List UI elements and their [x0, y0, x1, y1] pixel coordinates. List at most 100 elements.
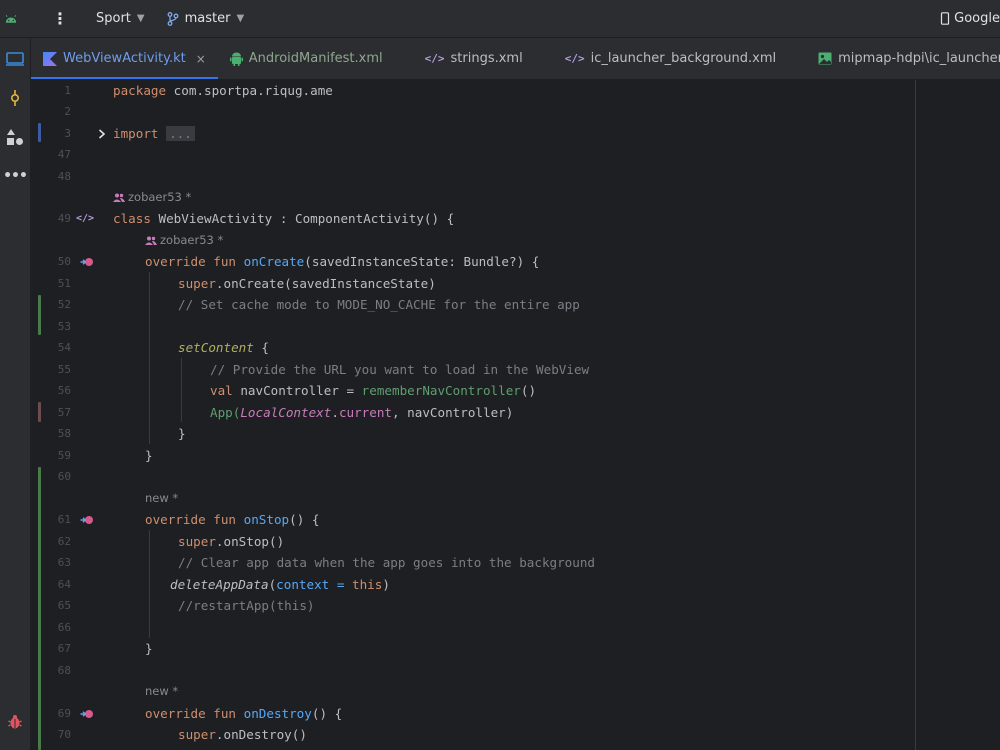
line-number: 63 — [57, 556, 71, 569]
project-name: Sport — [96, 11, 131, 26]
running-devices-tool[interactable] — [0, 48, 30, 70]
line-number: 70 — [57, 728, 71, 741]
override-marker[interactable] — [79, 509, 95, 531]
function-call: rememberNavController — [361, 383, 521, 398]
code-line: App(LocalContext.current, navController) — [210, 402, 513, 424]
code-text: (savedInstanceState: Bundle?) { — [304, 254, 540, 269]
tab-webviewactivity[interactable]: WebViewActivity.kt × — [31, 38, 218, 79]
inlay-text: zobaer53 * — [160, 233, 224, 247]
keyword: override — [145, 512, 206, 527]
keyword: fun — [213, 254, 237, 269]
tab-strings[interactable]: </> strings.xml — [413, 38, 535, 79]
code-editor[interactable]: package com.sportpa.riqug.ame import ...… — [113, 80, 1000, 750]
line-number: 56 — [57, 384, 71, 397]
code-text: , navController) — [392, 405, 514, 420]
close-icon[interactable]: × — [196, 52, 206, 66]
branch-selector[interactable]: master ▼ — [167, 11, 245, 26]
new-inlay-hint[interactable]: new * — [145, 681, 178, 703]
named-argument: context — [276, 577, 330, 592]
code-text: () { — [289, 512, 320, 527]
fold-expand-icon[interactable] — [94, 123, 110, 145]
main-menu-icon[interactable]: ⋮ — [52, 9, 68, 28]
code-line: override fun onStop() { — [145, 509, 319, 531]
code-line: override fun onCreate(savedInstanceState… — [145, 251, 539, 273]
line-number: 69 — [57, 707, 71, 720]
keyword: class — [113, 211, 151, 226]
branch-name: master — [184, 11, 231, 26]
keyword: fun — [213, 512, 237, 527]
code-icon: </> — [75, 213, 95, 225]
function-call: setContent — [178, 340, 254, 355]
line-number: 2 — [64, 105, 71, 118]
code-line: super.onStop() — [178, 531, 284, 553]
tab-label: AndroidManifest.xml — [248, 51, 383, 66]
project-selector[interactable]: Sport ▼ — [96, 11, 145, 26]
line-number: 67 — [57, 642, 71, 655]
resource-manager-tool[interactable] — [0, 126, 30, 148]
keyword: super — [178, 276, 216, 291]
tab-ic-launcher-webp[interactable]: mipmap-hdpi\ic_launcher.webp — [806, 38, 1000, 79]
tab-androidmanifest[interactable]: AndroidManifest.xml — [218, 38, 395, 79]
code-text: navController = — [232, 383, 362, 398]
keyword: import — [113, 126, 159, 141]
comment-line: // Provide the URL you want to load in t… — [210, 362, 590, 377]
code-line: } — [145, 641, 153, 656]
code-text: () — [520, 383, 537, 398]
folded-imports[interactable]: ... — [166, 126, 195, 141]
code-line: super.onDestroy() — [178, 724, 307, 746]
code-navigation-icon[interactable]: </> — [75, 208, 95, 230]
line-number: 62 — [57, 535, 71, 548]
chevron-down-icon: ▼ — [236, 13, 245, 24]
more-tools-button[interactable]: ••• — [0, 165, 30, 187]
keyword: fun — [213, 706, 237, 721]
line-number: 47 — [57, 148, 71, 161]
code-line: deleteAppData(context = this) — [170, 574, 390, 596]
line-number: 66 — [57, 621, 71, 634]
line-number: 49 — [57, 212, 71, 225]
keyword: override — [145, 706, 206, 721]
line-number: 55 — [57, 363, 71, 376]
title-bar: ⋮ Sport ▼ master ▼ Google — [0, 0, 1000, 38]
line-number: 68 — [57, 664, 71, 677]
keyword: this — [352, 577, 383, 592]
xml-icon: </> — [424, 52, 445, 65]
function-name: onStop — [243, 512, 290, 527]
code-text: () { — [311, 706, 343, 721]
problems-tool[interactable] — [0, 711, 30, 733]
comment-line: // Clear app data when the app goes into… — [178, 555, 596, 570]
commit-tool[interactable] — [0, 87, 30, 109]
editor-tabs: WebViewActivity.kt × AndroidManifest.xml… — [31, 38, 1000, 80]
override-icon — [80, 515, 93, 524]
code-line: package com.sportpa.riqug.ame — [113, 80, 333, 102]
tab-ic-launcher-background[interactable]: </> ic_launcher_background.xml — [553, 38, 788, 79]
line-number: 48 — [57, 170, 71, 183]
property: LocalContext — [240, 405, 332, 420]
override-marker[interactable] — [79, 703, 95, 725]
code-line: } — [178, 426, 186, 441]
author-inlay-hint[interactable]: zobaer53 * — [145, 230, 223, 252]
new-inlay-hint[interactable]: new * — [145, 488, 178, 510]
line-number: 52 — [57, 298, 71, 311]
override-icon — [80, 257, 93, 266]
line-number: 54 — [57, 341, 71, 354]
xml-icon: </> — [564, 52, 585, 65]
bug-icon — [8, 715, 22, 729]
code-line: val navController = rememberNavControlle… — [210, 380, 536, 402]
phone-icon — [941, 12, 950, 25]
code-line: class WebViewActivity : ComponentActivit… — [113, 208, 454, 230]
comment-line: // Set cache mode to MODE_NO_CACHE for t… — [178, 297, 580, 312]
code-line: super.onCreate(savedInstanceState) — [178, 273, 436, 295]
line-number: 58 — [57, 427, 71, 440]
tool-window-strip: ••• — [0, 38, 31, 750]
tab-label: WebViewActivity.kt — [63, 51, 186, 66]
device-selector[interactable]: Google — [940, 11, 1000, 26]
line-number: 60 — [57, 470, 71, 483]
line-number: 65 — [57, 599, 71, 612]
code-text: { — [253, 340, 269, 355]
author-inlay-hint[interactable]: zobaer53 * — [113, 187, 191, 209]
override-marker[interactable] — [79, 251, 95, 273]
users-icon — [145, 236, 157, 246]
line-number: 3 — [64, 127, 71, 140]
chevron-down-icon: ▼ — [136, 13, 145, 24]
line-number: 59 — [57, 449, 71, 462]
